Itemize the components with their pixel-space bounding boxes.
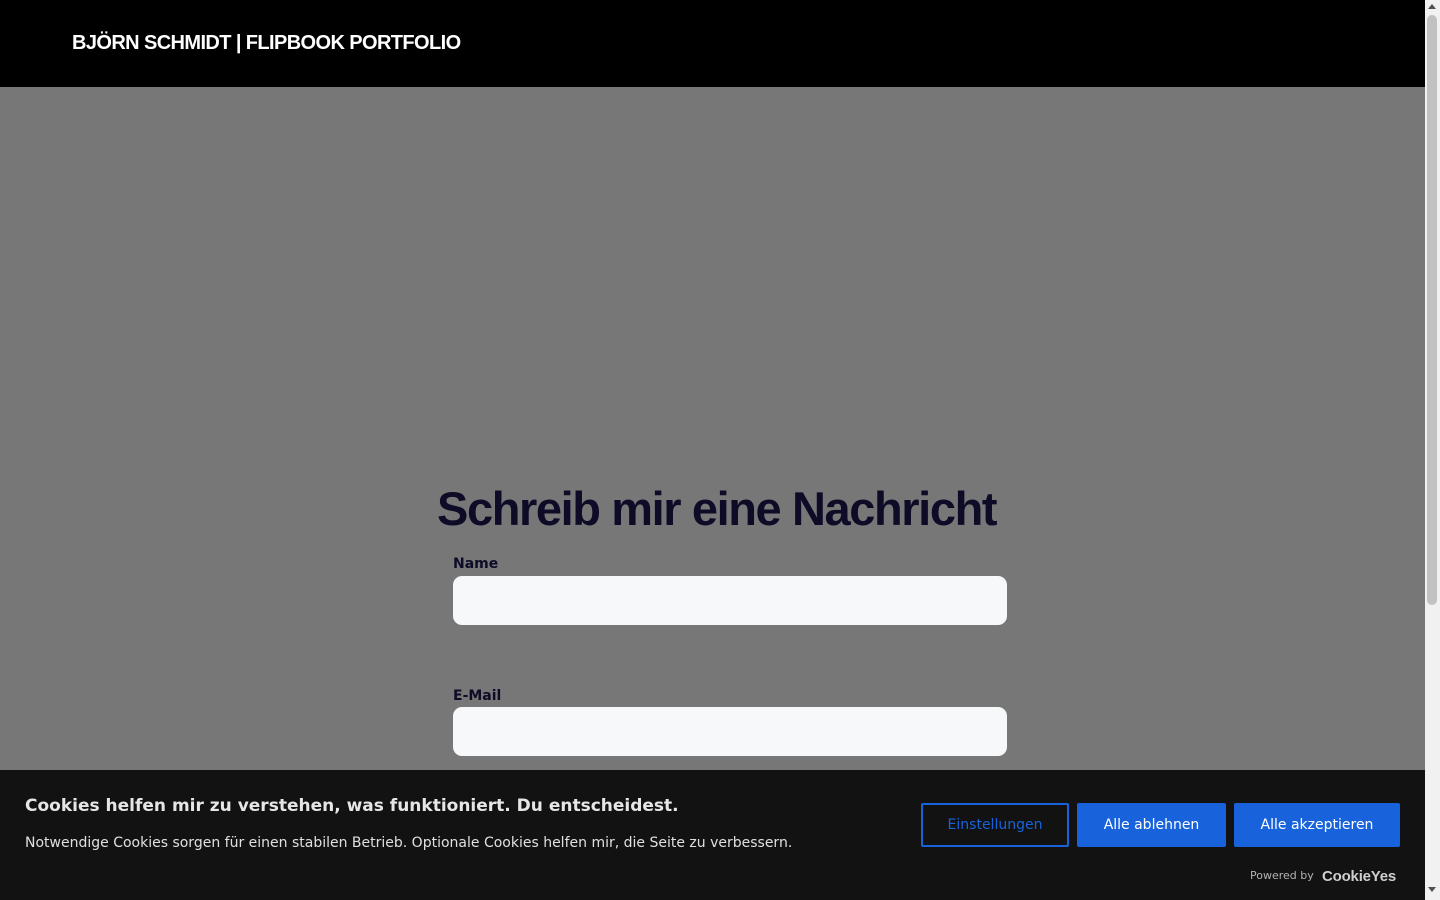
powered-by-label: Powered by xyxy=(1250,869,1314,882)
reject-all-button[interactable]: Alle ablehnen xyxy=(1077,803,1226,847)
site-title[interactable]: BJÖRN SCHMIDT | FLIPBOOK PORTFOLIO xyxy=(72,31,461,55)
scrollbar-thumb[interactable] xyxy=(1427,15,1437,605)
scroll-down-arrow-icon[interactable] xyxy=(1428,887,1436,892)
email-label: E-Mail xyxy=(453,688,502,704)
vertical-scrollbar[interactable] xyxy=(1425,0,1440,900)
site-header: BJÖRN SCHMIDT | FLIPBOOK PORTFOLIO xyxy=(0,0,1425,87)
cookie-description: Notwendige Cookies sorgen für einen stab… xyxy=(25,835,793,851)
scroll-up-arrow-icon[interactable] xyxy=(1428,4,1436,9)
name-input[interactable] xyxy=(453,576,1007,625)
cookie-title: Cookies helfen mir zu verstehen, was fun… xyxy=(25,796,679,816)
cookie-settings-button[interactable]: Einstellungen xyxy=(921,803,1069,847)
name-label: Name xyxy=(453,556,499,572)
page: BJÖRN SCHMIDT | FLIPBOOK PORTFOLIO Schre… xyxy=(0,0,1425,900)
accept-all-button[interactable]: Alle akzeptieren xyxy=(1234,803,1400,847)
cookieyes-logo[interactable]: CookieYes xyxy=(1322,868,1396,886)
email-input[interactable] xyxy=(453,707,1007,756)
contact-heading: Schreib mir eine Nachricht xyxy=(437,482,998,535)
powered-by[interactable]: Powered by CookieYes xyxy=(1250,868,1400,888)
